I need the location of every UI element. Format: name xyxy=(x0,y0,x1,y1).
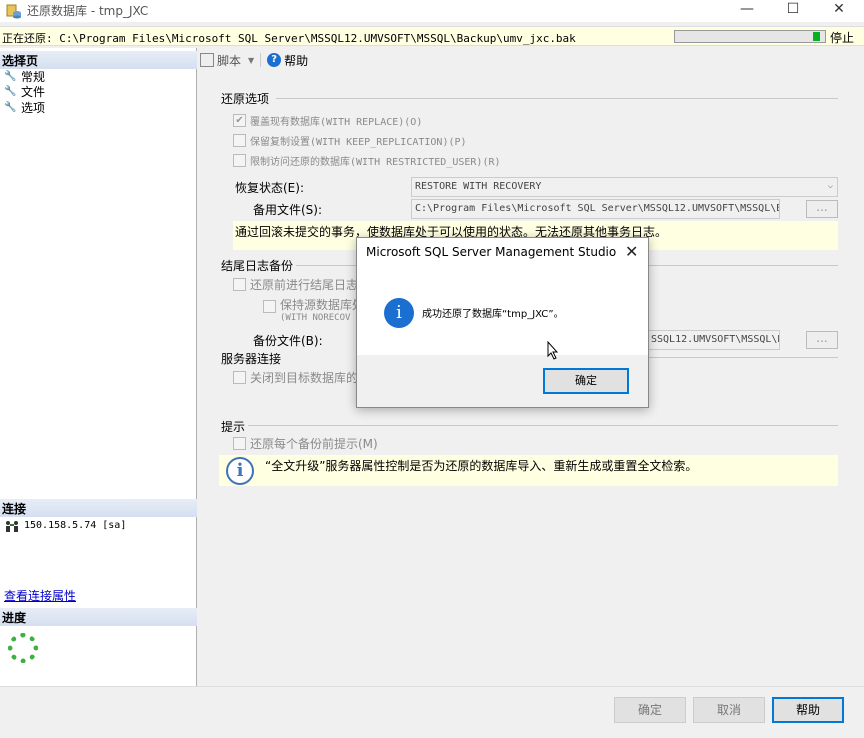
close-connections-checkbox[interactable]: 关闭到目标数据库的 xyxy=(233,369,358,386)
norecovery-checkbox[interactable]: 保持源数据库处 (WITH NORECOV xyxy=(263,296,364,323)
norecovery-sublabel: (WITH NORECOV xyxy=(280,313,351,323)
wrench-icon: 🔧 xyxy=(4,85,17,97)
connection-server-text: 150.158.5.74 [sa] xyxy=(24,520,127,531)
help-label: 帮助 xyxy=(284,53,309,68)
prompt-before-restore-checkbox[interactable]: 还原每个备份前提示(M) xyxy=(233,435,378,452)
success-dialog: Microsoft SQL Server Management Studio ✕… xyxy=(356,237,649,408)
checkbox-icon xyxy=(233,371,246,384)
chevron-down-icon: ⌵ xyxy=(827,181,833,191)
keep-replication-checkbox[interactable]: 保留复制设置(WITH KEEP_REPLICATION)(P) xyxy=(233,133,467,148)
cancel-button[interactable]: 取消 xyxy=(693,697,765,723)
wrench-icon: 🔧 xyxy=(4,101,17,113)
restricted-user-label: 限制访问还原的数据库(WITH RESTRICTED_USER)(R) xyxy=(250,157,501,168)
checkbox-icon xyxy=(233,154,246,167)
help-button[interactable]: 帮助 xyxy=(772,697,844,723)
standby-file-label: 备用文件(S): xyxy=(253,203,323,217)
server-connections-heading: 服务器连接 xyxy=(221,352,282,366)
info-icon: i xyxy=(226,457,254,485)
with-replace-label: 覆盖现有数据库(WITH REPLACE)(O) xyxy=(250,117,423,128)
help-toolbar-button[interactable]: ? 帮助 xyxy=(267,52,308,69)
dialog-close-icon[interactable]: ✕ xyxy=(625,242,638,261)
restore-options-heading: 还原选项 xyxy=(221,92,270,106)
group-divider xyxy=(248,425,838,426)
minimize-button[interactable]: — xyxy=(724,0,770,22)
backup-file-label: 备份文件(B): xyxy=(253,334,323,348)
maximize-button[interactable]: ☐ xyxy=(770,0,816,22)
group-divider xyxy=(648,357,838,358)
fulltext-info-panel: i “全文升级”服务器属性控制是否为还原的数据库导入、重新生成或重置全文检索。 xyxy=(219,455,838,486)
connection-header: 连接 xyxy=(0,499,197,517)
sidebar-item-label: 文件 xyxy=(21,85,46,99)
norecovery-label: 保持源数据库处 xyxy=(280,298,365,312)
checkbox-icon xyxy=(263,300,276,313)
script-label: 脚本 xyxy=(217,53,242,68)
close-connections-label: 关闭到目标数据库的 xyxy=(250,371,359,385)
checkbox-checked-icon: ✔ xyxy=(233,114,246,127)
sidebar-item-options[interactable]: 🔧 选项 xyxy=(4,99,45,116)
help-icon: ? xyxy=(267,53,282,67)
fulltext-info-text: “全文升级”服务器属性控制是否为还原的数据库导入、重新生成或重置全文检索。 xyxy=(265,459,698,473)
left-pane: 选择页 🔧 常规 🔧 文件 🔧 选项 连接 150.158.5.74 [sa] … xyxy=(0,48,197,686)
progress-fill xyxy=(676,32,820,41)
checkbox-icon xyxy=(233,134,246,147)
wrench-icon: 🔧 xyxy=(4,70,17,82)
prompt-before-restore-label: 还原每个备份前提示(M) xyxy=(250,437,378,451)
recovery-state-value: RESTORE WITH RECOVERY xyxy=(415,181,542,192)
sidebar-item-files[interactable]: 🔧 文件 xyxy=(4,83,45,100)
restore-status-text: 正在还原: C:\Program Files\Microsoft SQL Ser… xyxy=(2,32,576,45)
browse-standby-button[interactable]: ... xyxy=(806,200,838,218)
tail-log-label: 还原前进行结尾日志 xyxy=(250,278,359,292)
checkbox-icon xyxy=(233,278,246,291)
toolbar: 脚本 ▼ ? 帮助 xyxy=(200,50,308,70)
script-button[interactable]: 脚本 ▼ xyxy=(200,52,254,69)
sidebar-item-label: 选项 xyxy=(21,101,46,115)
window-title: 还原数据库 - tmp_JXC xyxy=(27,4,149,18)
dialog-ok-button[interactable]: 确定 xyxy=(543,368,629,394)
keep-replication-label: 保留复制设置(WITH KEEP_REPLICATION)(P) xyxy=(250,137,467,148)
recovery-state-label: 恢复状态(E): xyxy=(235,181,304,195)
progress-header: 进度 xyxy=(0,608,197,626)
tail-log-checkbox[interactable]: 还原前进行结尾日志 xyxy=(233,276,358,293)
recovery-state-select[interactable]: RESTORE WITH RECOVERY ⌵ xyxy=(411,177,838,197)
chevron-down-icon: ▼ xyxy=(248,55,255,65)
with-replace-checkbox[interactable]: ✔ 覆盖现有数据库(WITH REPLACE)(O) xyxy=(233,113,422,128)
backup-file-input[interactable]: SSQL12.UMVSOFT\MSSQL\B xyxy=(647,330,780,350)
mouse-cursor-icon xyxy=(547,340,559,363)
prompt-heading: 提示 xyxy=(221,420,246,434)
browse-backup-button[interactable]: ... xyxy=(806,331,838,349)
restore-progress-bar xyxy=(674,30,826,43)
standby-file-input[interactable]: C:\Program Files\Microsoft SQL Server\MS… xyxy=(411,199,780,219)
toolbar-divider xyxy=(260,53,262,67)
info-icon: i xyxy=(384,298,414,328)
restricted-user-checkbox[interactable]: 限制访问还原的数据库(WITH RESTRICTED_USER)(R) xyxy=(233,153,501,168)
select-page-header: 选择页 xyxy=(0,51,197,69)
database-restore-icon xyxy=(6,3,22,19)
ok-button[interactable]: 确定 xyxy=(614,697,686,723)
view-connection-properties-link[interactable]: 查看连接属性 xyxy=(4,587,76,604)
title-bar: 还原数据库 - tmp_JXC — ☐ ✕ xyxy=(0,0,864,22)
restore-status-bar: 正在还原: C:\Program Files\Microsoft SQL Ser… xyxy=(0,26,864,46)
dialog-message: 成功还原了数据库“tmp_JXC”。 xyxy=(422,309,564,320)
dialog-title: Microsoft SQL Server Management Studio xyxy=(366,245,617,259)
progress-spinner-icon xyxy=(8,633,38,663)
checkbox-icon xyxy=(233,437,246,450)
tail-log-heading: 结尾日志备份 xyxy=(221,259,294,273)
stop-button[interactable]: 停止 xyxy=(830,29,854,46)
server-connection-icon xyxy=(4,519,20,533)
script-icon xyxy=(200,53,214,67)
group-divider xyxy=(276,98,838,99)
close-window-button[interactable]: ✕ xyxy=(816,0,862,22)
